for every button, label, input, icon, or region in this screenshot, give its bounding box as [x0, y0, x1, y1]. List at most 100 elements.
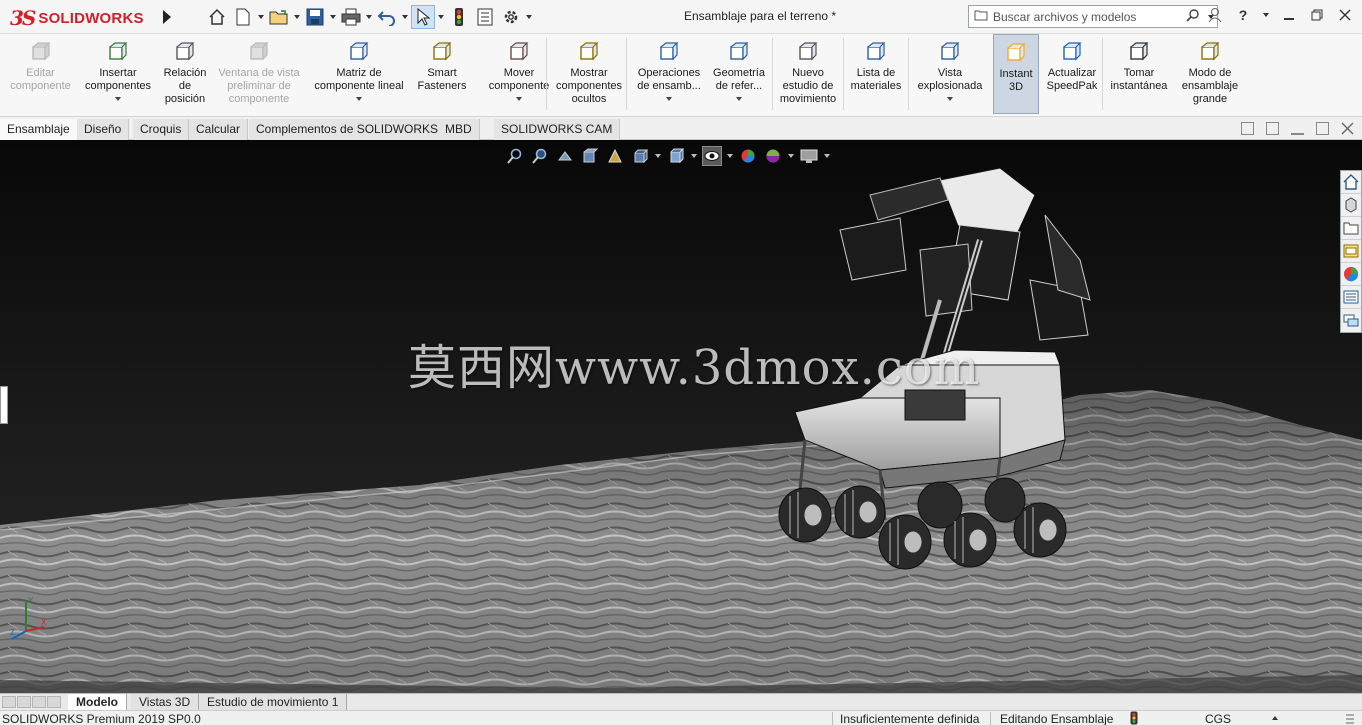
- open-dropdown-icon[interactable]: [293, 5, 301, 29]
- search-icon[interactable]: [1186, 8, 1200, 25]
- ribbon-button-large-assembly[interactable]: Modo de ensamblaje grande: [1177, 34, 1243, 114]
- view-orientation-icon[interactable]: [630, 146, 650, 166]
- help-dropdown-icon[interactable]: [1262, 5, 1270, 25]
- ribbon-button-snapshot[interactable]: Tomar instantánea: [1106, 34, 1172, 114]
- ribbon-button-instant3d[interactable]: Instant 3D: [993, 34, 1039, 114]
- view-palette-icon[interactable]: [1341, 240, 1361, 263]
- unit-system-dropdown-icon[interactable]: [1272, 716, 1278, 720]
- print-icon[interactable]: [339, 5, 363, 29]
- ribbon-button-exploded-view[interactable]: Vista explosionada: [913, 34, 987, 114]
- model-tab[interactable]: Modelo: [68, 694, 127, 710]
- ribbon-dropdown-icon[interactable]: [516, 97, 522, 101]
- apply-scene-icon[interactable]: [763, 146, 783, 166]
- user-account-icon[interactable]: [1206, 5, 1224, 25]
- ribbon-button-speedpak[interactable]: Actualizar SpeedPak: [1043, 34, 1101, 114]
- select-dropdown-icon[interactable]: [437, 5, 445, 29]
- graphics-area[interactable]: 莫西网www.3dmox.com Y X Z: [0, 140, 1362, 693]
- split-right-icon[interactable]: [1266, 122, 1279, 135]
- ribbon-button-preview-window[interactable]: Ventana de vista preliminar de component…: [215, 34, 303, 114]
- file-properties-icon[interactable]: [473, 5, 497, 29]
- custom-properties-icon[interactable]: [1341, 286, 1361, 309]
- ribbon-button-insert-components[interactable]: Insertar componentes: [83, 34, 153, 114]
- doc-close-icon[interactable]: [1341, 122, 1354, 135]
- select-cursor-icon[interactable]: [411, 5, 435, 29]
- rebuild-traffic-light-icon[interactable]: [447, 5, 471, 29]
- ribbon-dropdown-icon[interactable]: [736, 97, 742, 101]
- save-icon[interactable]: [303, 5, 327, 29]
- tab-scroll-last-icon[interactable]: [47, 696, 61, 708]
- command-tab[interactable]: Complementos de SOLIDWORKS: [249, 119, 447, 140]
- zoom-to-fit-icon[interactable]: [505, 146, 525, 166]
- rebuild-status-icon[interactable]: [1130, 711, 1138, 725]
- zoom-to-area-icon[interactable]: [530, 146, 550, 166]
- view-settings-dropdown-icon[interactable]: [824, 146, 830, 166]
- view-orientation-dropdown-icon[interactable]: [655, 146, 661, 166]
- forum-chat-icon[interactable]: [1341, 309, 1361, 332]
- command-tab[interactable]: MBD: [438, 119, 480, 140]
- solidworks-resources-home-icon[interactable]: [1341, 171, 1361, 194]
- ribbon-button-mate[interactable]: Relación de posición: [160, 34, 210, 114]
- ribbon-button-motion-study[interactable]: Nuevo estudio de movimiento: [776, 34, 840, 114]
- model-tab[interactable]: Vistas 3D: [131, 694, 200, 710]
- command-tab[interactable]: Diseño: [77, 119, 130, 140]
- doc-minimize-icon[interactable]: [1291, 122, 1304, 135]
- command-tab[interactable]: Croquis: [133, 119, 190, 140]
- ribbon-button-linear-pattern[interactable]: Matriz de componente lineal: [308, 34, 410, 114]
- ribbon-button-smart-fasteners[interactable]: Smart Fasteners: [418, 34, 466, 114]
- options-gear-icon[interactable]: [499, 5, 523, 29]
- ribbon-button-assembly-features[interactable]: Operaciones de ensamb...: [634, 34, 704, 114]
- open-folder-icon[interactable]: [267, 5, 291, 29]
- menu-expand-icon[interactable]: [158, 6, 176, 28]
- display-style-icon[interactable]: [666, 146, 686, 166]
- edit-appearance-icon[interactable]: [738, 146, 758, 166]
- display-style-dropdown-icon[interactable]: [691, 146, 697, 166]
- command-tab[interactable]: Calcular: [189, 119, 249, 140]
- instant3d-icon: [1004, 41, 1028, 65]
- undo-icon[interactable]: [375, 5, 399, 29]
- apply-scene-dropdown-icon[interactable]: [788, 146, 794, 166]
- section-view-icon[interactable]: [580, 146, 600, 166]
- view-settings-monitor-icon[interactable]: [799, 146, 819, 166]
- ribbon-dropdown-icon[interactable]: [115, 97, 121, 101]
- command-tab[interactable]: SOLIDWORKS CAM: [494, 119, 621, 140]
- tab-scroll-next-icon[interactable]: [32, 696, 46, 708]
- command-tab[interactable]: Ensamblaje: [0, 119, 78, 140]
- tab-scroll-first-icon[interactable]: [2, 696, 16, 708]
- dynamic-annotation-icon[interactable]: [605, 146, 625, 166]
- ribbon-dropdown-icon[interactable]: [666, 97, 672, 101]
- previous-view-icon[interactable]: [555, 146, 575, 166]
- ribbon-button-bom[interactable]: Lista de materiales: [848, 34, 904, 114]
- new-dropdown-icon[interactable]: [257, 5, 265, 29]
- model-tab[interactable]: Estudio de movimiento 1: [199, 694, 348, 710]
- appearances-scenes-icon[interactable]: [1341, 263, 1361, 286]
- options-dropdown-icon[interactable]: [525, 5, 533, 29]
- minimize-icon[interactable]: [1280, 5, 1298, 25]
- restore-icon[interactable]: [1308, 5, 1326, 25]
- split-left-icon[interactable]: [1241, 122, 1254, 135]
- doc-restore-icon[interactable]: [1316, 122, 1329, 135]
- save-dropdown-icon[interactable]: [329, 5, 337, 29]
- undo-dropdown-icon[interactable]: [401, 5, 409, 29]
- new-document-icon[interactable]: [231, 5, 255, 29]
- home-icon[interactable]: [205, 5, 229, 29]
- hide-show-dropdown-icon[interactable]: [727, 146, 733, 166]
- hide-show-items-icon[interactable]: [702, 146, 722, 166]
- ribbon-button-reference-geometry[interactable]: Geometría de refer...: [708, 34, 770, 114]
- print-dropdown-icon[interactable]: [365, 5, 373, 29]
- feature-manager-expand-handle[interactable]: [0, 386, 8, 424]
- search-box[interactable]: Buscar archivos y modelos: [968, 5, 1218, 28]
- ribbon-dropdown-icon[interactable]: [947, 97, 953, 101]
- close-icon[interactable]: [1336, 5, 1354, 25]
- help-icon[interactable]: ?: [1234, 5, 1252, 25]
- status-options-icon[interactable]: [1345, 713, 1355, 725]
- ribbon-button-move-component[interactable]: Mover componente: [487, 34, 551, 114]
- ribbon-button-show-hidden[interactable]: Mostrar componentes ocultos: [553, 34, 625, 114]
- ribbon-dropdown-icon[interactable]: [356, 97, 362, 101]
- status-unit-system[interactable]: CGS: [1205, 712, 1231, 725]
- tab-scroll-prev-icon[interactable]: [17, 696, 31, 708]
- design-library-icon[interactable]: [1341, 194, 1361, 217]
- solidworks-logo[interactable]: 3S SOLIDWORKS: [10, 4, 155, 32]
- file-explorer-icon[interactable]: [1341, 217, 1361, 240]
- search-input[interactable]: Buscar archivos y modelos: [993, 10, 1181, 24]
- ribbon-button-edit-component[interactable]: Editar componente: [8, 34, 73, 114]
